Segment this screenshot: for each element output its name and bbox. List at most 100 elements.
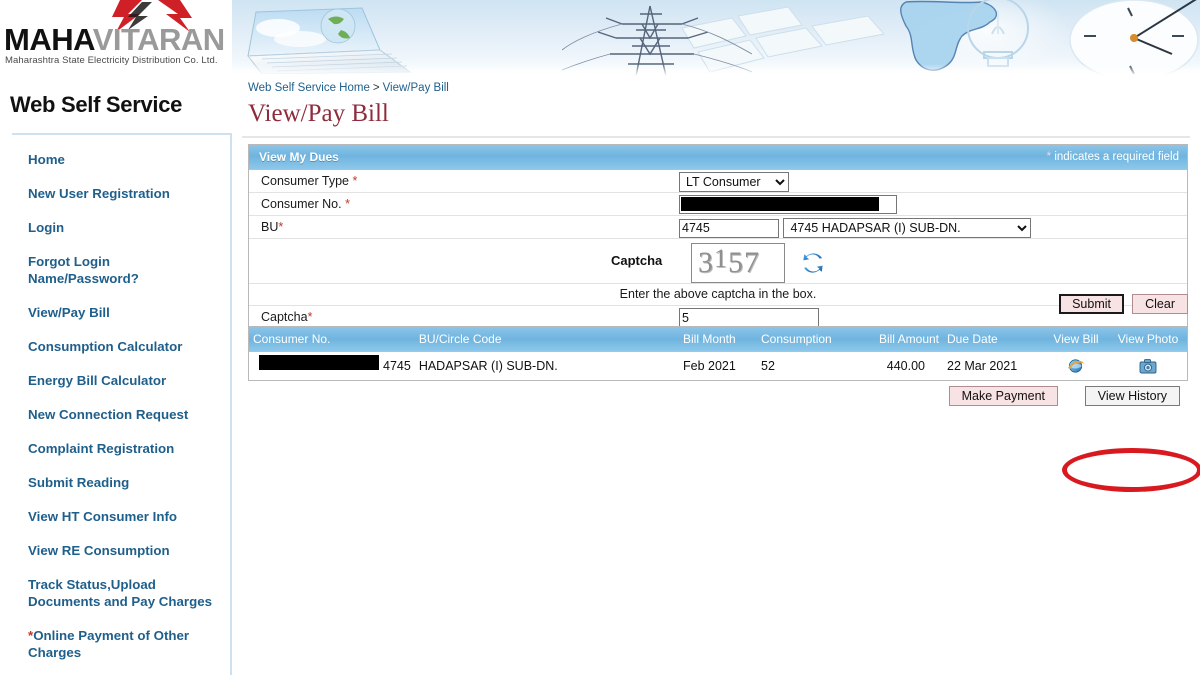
results-body: 4745 HADAPSAR (I) SUB-DN. Feb 2021 52 44… (249, 351, 1187, 380)
view-history-button[interactable]: View History (1084, 386, 1180, 406)
main-content: Web Self Service Home > View/Pay Bill View… (240, 78, 1200, 675)
bu-select[interactable]: 4745 HADAPSAR (I) SUB-DN. (783, 218, 1032, 238)
clear-button[interactable]: Clear (1132, 294, 1188, 314)
consumer-no-control (679, 195, 897, 214)
breadcrumb-root-link[interactable]: Web Self Service Home (248, 82, 370, 94)
sidebar-item-label: Submit Reading (28, 475, 130, 491)
sidebar-item-submit-reading[interactable]: Submit Reading (12, 474, 230, 491)
submit-button[interactable]: Submit (1059, 294, 1124, 314)
breadcrumb-separator: > (372, 82, 380, 94)
sidebar-item-home[interactable]: Home (12, 151, 230, 168)
sidebar-item-track-status[interactable]: Track Status,Upload Documents and Pay Ch… (12, 576, 230, 610)
sidebar-item-consumption-calculator[interactable]: Consumption Calculator (12, 338, 230, 355)
sidebar-item-label: View HT Consumer Info (28, 509, 177, 525)
panel-title: View My Dues (259, 150, 339, 164)
table-row: 4745 HADAPSAR (I) SUB-DN. Feb 2021 52 44… (249, 351, 1187, 380)
sidebar-item-label: View/Pay Bill (28, 305, 110, 321)
bu-code-input[interactable] (679, 218, 779, 238)
sidebar-nav-panel: Home New User Registration Login Forgot … (12, 133, 232, 675)
required-marker: * (278, 220, 284, 234)
sidebar-item-new-user-registration[interactable]: New User Registration (12, 185, 230, 202)
sidebar-item-label: Home (28, 152, 65, 167)
sidebar-item-label: Consumption Calculator (28, 339, 183, 355)
consumer-no-row-redaction (259, 355, 379, 370)
col-spacer (664, 327, 679, 352)
refresh-icon[interactable] (801, 251, 825, 275)
required-field-note: * indicates a required field (1047, 151, 1179, 163)
results-action-buttons: Make Payment View History (248, 386, 1188, 414)
sidebar-item-label: Track Status,Upload Documents and Pay Ch… (28, 577, 212, 610)
sidebar-item-label: Forgot Login Name/Password? (28, 254, 139, 287)
sidebar-item-view-re-consumption[interactable]: View RE Consumption (12, 542, 230, 559)
sidebar-item-online-payment-other-charges[interactable]: *Online Payment of Other Charges (12, 627, 230, 661)
cell-due-date: 22 Mar 2021 (943, 351, 1043, 380)
cell-bill-amount: 440.00 (849, 351, 943, 380)
sidebar-item-label: Energy Bill Calculator (28, 373, 167, 389)
title-divider (242, 136, 1190, 138)
sidebar-item-label: Online Payment of Other Charges (28, 628, 190, 661)
cell-consumer-no: 4745 (249, 351, 415, 380)
consumer-type-control: LT Consumer (679, 172, 789, 192)
form-row-consumer-no: Consumer No. * (249, 193, 1187, 216)
make-payment-button[interactable]: Make Payment (948, 386, 1058, 406)
bu-label-text: BU (261, 220, 279, 234)
breadcrumb: Web Self Service Home > View/Pay Bill (248, 82, 449, 94)
cell-view-bill[interactable] (1043, 351, 1109, 380)
results-grid: Consumer No. BU/Circle Code Bill Month C… (249, 327, 1187, 380)
sidebar-nav-list: Home New User Registration Login Forgot … (12, 135, 230, 675)
logo-wordmark: MAHAVITARAN (4, 22, 232, 57)
sidebar-item-login[interactable]: Login (12, 219, 230, 236)
cell-bill-month: Feb 2021 (679, 351, 757, 380)
sidebar-item-label: Login (28, 220, 65, 236)
cell-consumption: 52 (757, 351, 849, 380)
form-action-buttons: Submit Clear (248, 294, 1188, 324)
sidebar-item-new-connection-request[interactable]: New Connection Request (12, 406, 230, 423)
logo-maha: MAHA (4, 22, 93, 57)
col-view-photo: View Photo (1109, 327, 1187, 352)
logo-vitaran: VITARAN (92, 22, 225, 57)
cell-spacer (664, 351, 679, 380)
captcha-text-value: 3157 (698, 244, 760, 279)
captcha-label: Captcha (611, 253, 663, 268)
results-header-row: Consumer No. BU/Circle Code Bill Month C… (249, 327, 1187, 352)
site-banner: MAHAVITARAN Maharashtra State Electricit… (0, 0, 1200, 78)
form-row-captcha-image: Captcha 3157 (249, 239, 1187, 284)
bu-label: BU* (261, 220, 283, 234)
captcha-block: Captcha 3157 (611, 243, 1031, 283)
sidebar-item-energy-bill-calculator[interactable]: Energy Bill Calculator (12, 372, 230, 389)
page-root: MAHAVITARAN Maharashtra State Electricit… (0, 0, 1200, 675)
consumer-type-label-text: Consumer Type (261, 174, 353, 188)
camera-icon[interactable] (1139, 358, 1157, 374)
captcha-image: 3157 (691, 243, 785, 283)
sidebar-item-forgot-login[interactable]: Forgot Login Name/Password? (12, 253, 230, 287)
left-sidebar: Web Self Service Home New User Registrat… (0, 78, 232, 675)
sidebar-item-view-pay-bill[interactable]: View/Pay Bill (12, 304, 230, 321)
consumer-no-label: Consumer No. * (261, 197, 350, 211)
required-marker: * (345, 197, 350, 211)
form-row-consumer-type: Consumer Type * LT Consumer (249, 170, 1187, 193)
sidebar-item-label: Complaint Registration (28, 441, 175, 457)
browser-globe-icon[interactable] (1067, 357, 1085, 375)
cell-bu-circle-code: HADAPSAR (I) SUB-DN. (414, 351, 665, 380)
breadcrumb-current: View/Pay Bill (382, 82, 449, 94)
sidebar-item-label: View RE Consumption (28, 543, 170, 559)
required-note-text: indicates a required field (1051, 151, 1179, 163)
required-marker: * (352, 174, 358, 188)
form-row-bu: BU* 4745 HADAPSAR (I) SUB-DN. (249, 216, 1187, 239)
dues-results-table: Consumer No. BU/Circle Code Bill Month C… (248, 326, 1188, 381)
panel-header: View My Dues * indicates a required fiel… (249, 145, 1187, 170)
sidebar-item-complaint-registration[interactable]: Complaint Registration (12, 440, 230, 457)
maha-vitaran-logo[interactable]: MAHAVITARAN Maharashtra State Electricit… (0, 0, 232, 78)
consumer-type-select[interactable]: LT Consumer (679, 172, 789, 192)
consumer-no-redaction (681, 197, 879, 211)
cell-view-photo[interactable] (1109, 351, 1187, 380)
col-bill-month: Bill Month (679, 327, 757, 352)
bill-amount-value: 440.00 (886, 359, 925, 373)
sidebar-item-label: New Connection Request (28, 407, 189, 423)
logo-tagline: Maharashtra State Electricity Distributi… (5, 55, 218, 66)
page-title: View/Pay Bill (248, 100, 389, 127)
col-view-bill: View Bill (1043, 327, 1109, 352)
consumer-no-label-text: Consumer No. (261, 197, 346, 211)
sidebar-item-view-ht-consumer-info[interactable]: View HT Consumer Info (12, 508, 230, 525)
col-consumption: Consumption (757, 327, 849, 352)
